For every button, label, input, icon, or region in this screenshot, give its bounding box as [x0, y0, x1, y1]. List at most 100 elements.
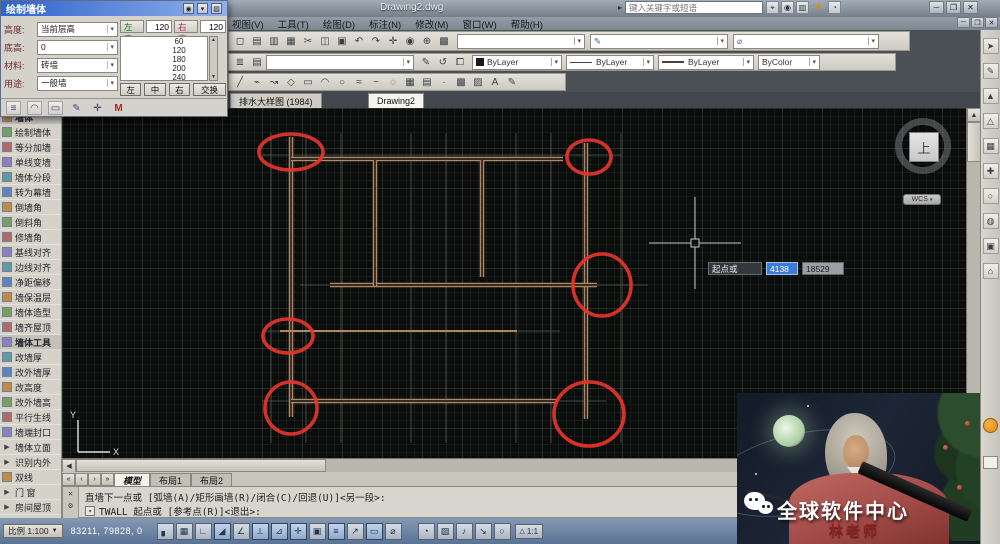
quick-view-icon[interactable]: ▨	[437, 523, 454, 540]
layout-tab[interactable]: 布局2	[191, 473, 232, 486]
ellipse-icon[interactable]: ◌	[385, 74, 401, 90]
search-binoculars-icon[interactable]: ⌖	[766, 1, 779, 14]
screen-menu-item[interactable]: 倒斜角	[0, 215, 61, 230]
sc-toggle[interactable]: ↗	[347, 523, 364, 540]
dynamic-input-field-x[interactable]: 4138	[766, 262, 798, 275]
panel-icon[interactable]: ▥	[796, 1, 809, 14]
properties-icon[interactable]: ▩	[436, 33, 452, 49]
layout-nav-button[interactable]: ‹	[75, 473, 88, 486]
screen-menu-item[interactable]: 边线对齐	[0, 260, 61, 275]
screen-menu-item[interactable]: 改高度	[0, 380, 61, 395]
screen-menu-item[interactable]: ▶房间屋顶	[0, 500, 61, 515]
preset-list-scrollbar[interactable]: ▲▼	[209, 36, 218, 81]
align-button[interactable]: 左	[120, 83, 141, 96]
revcloud-icon[interactable]: ≈	[351, 74, 367, 90]
scroll-left-arrow[interactable]: ◀	[62, 459, 76, 473]
rectangle-icon[interactable]: ▭	[300, 74, 316, 90]
circle-icon[interactable]: ○	[334, 74, 350, 90]
region-icon[interactable]: ▣	[983, 238, 999, 254]
workspace-combo[interactable]: ✎▾	[590, 34, 728, 49]
screen-menu-item[interactable]: 单线变墙	[0, 155, 61, 170]
hatch-icon[interactable]: ▩	[453, 74, 469, 90]
screen-menu-item[interactable]: 墙体分段	[0, 170, 61, 185]
fill-triangle-icon[interactable]: ▲	[983, 88, 999, 104]
layer-combo[interactable]: ▾	[266, 55, 414, 70]
customize-wrench-icon[interactable]: ⚙	[68, 501, 73, 510]
close-button[interactable]: ✕	[963, 1, 978, 14]
select-arrow-icon[interactable]: ➤	[983, 38, 999, 54]
width-preset-row[interactable]: 120	[121, 46, 207, 55]
make-block-icon[interactable]: ▤	[419, 74, 435, 90]
ortho-toggle[interactable]: ∟	[195, 523, 212, 540]
menu-item[interactable]: 绘图(D)	[323, 17, 355, 31]
ap-toggle[interactable]: ⌀	[385, 523, 402, 540]
document-tab[interactable]: Drawing2	[368, 93, 424, 108]
command-prompt-line[interactable]: ▾ TWALL 起点或 [参考点(R)]<退出>:	[85, 504, 261, 518]
line-icon[interactable]: ╱	[232, 74, 248, 90]
dialog-title-bar[interactable]: 绘制墙体 ◉▾▨	[1, 1, 227, 16]
autoscale-icon[interactable]: ↘	[475, 523, 492, 540]
save-icon[interactable]: ▥	[266, 33, 282, 49]
left-width-input[interactable]	[146, 20, 172, 33]
sign-in-icon[interactable]: ◉	[781, 1, 794, 14]
screen-menu-item[interactable]: 改墙厚	[0, 350, 61, 365]
horizontal-scroll-thumb[interactable]	[76, 459, 326, 472]
layer-properties-icon[interactable]: ≣	[232, 54, 248, 70]
close-command-icon[interactable]: ✕	[68, 489, 73, 498]
screen-menu-item[interactable]: 双线	[0, 470, 61, 485]
match-layer-icon[interactable]: ⧠	[452, 54, 468, 70]
tool-palette-combo[interactable]: ⌀▾	[733, 34, 879, 49]
pin-icon[interactable]: ◉	[183, 3, 194, 14]
layout-nav-button[interactable]: ›	[88, 473, 101, 486]
screen-menu-item[interactable]: ▶墙体立面	[0, 440, 61, 455]
lwt-toggle[interactable]: ▣	[309, 523, 326, 540]
ducs-toggle[interactable]: ⊿	[271, 523, 288, 540]
screen-menu-item[interactable]: 基线对齐	[0, 245, 61, 260]
align-button[interactable]: 交换	[193, 83, 226, 96]
redo-icon[interactable]: ↷	[368, 33, 384, 49]
osnap-toggle[interactable]: ∠	[233, 523, 250, 540]
dyn-toggle[interactable]: ✛	[290, 523, 307, 540]
ray-icon[interactable]: ⌁	[249, 74, 265, 90]
viewcube[interactable]: 上	[893, 116, 957, 180]
favorites-star-icon[interactable]: ★	[812, 1, 825, 14]
edit-text-icon[interactable]: ✎	[504, 74, 520, 90]
screen-menu-item[interactable]: 改外墙厚	[0, 365, 61, 380]
orange-badge-icon[interactable]	[983, 418, 998, 433]
screen-menu-item[interactable]: 绘制墙体	[0, 125, 61, 140]
color-combo[interactable]: ByLayer▾	[472, 55, 562, 70]
screen-menu-item[interactable]: 等分加墙	[0, 140, 61, 155]
screen-menu-item[interactable]: 转为幕墙	[0, 185, 61, 200]
straight-wall-icon[interactable]: ≡	[6, 101, 21, 115]
draw-wall-dialog[interactable]: 绘制墙体 ◉▾▨ 高度:当前层高▾底高:0▾材料:砖墙▾用途:一般墙▾ 左宽 右…	[0, 0, 228, 117]
menu-item[interactable]: 修改(M)	[415, 17, 448, 31]
hatch-style-icon[interactable]: ▨	[211, 3, 222, 14]
screen-menu-item[interactable]: 墙体工具	[0, 335, 61, 350]
menu-item[interactable]: 标注(N)	[369, 17, 401, 31]
align-button[interactable]: 中	[144, 83, 165, 96]
screen-menu-item[interactable]: 墙齐屋顶	[0, 320, 61, 335]
left-width-button[interactable]: 左宽	[120, 20, 144, 33]
screen-menu-item[interactable]: 墙端封口	[0, 425, 61, 440]
viewcube-top-face[interactable]: 上	[909, 132, 939, 162]
screen-menu-item[interactable]: ▶识别内外	[0, 455, 61, 470]
recent-commands-icon[interactable]: ▾	[85, 506, 95, 516]
restore-button[interactable]: ❐	[946, 1, 961, 14]
dynamic-input-field-y[interactable]: 18529	[802, 262, 844, 275]
layout-tab[interactable]: 模型	[114, 473, 150, 486]
layout-nav-button[interactable]: »	[101, 473, 114, 486]
scroll-up-arrow[interactable]: ▲	[967, 108, 981, 122]
field-combo[interactable]: 0▾	[37, 40, 118, 55]
help-sphere-icon[interactable]: ◔	[828, 1, 841, 14]
undo-icon[interactable]: ↶	[351, 33, 367, 49]
layer-previous-icon[interactable]: ↺	[435, 54, 451, 70]
polyline-icon[interactable]: ↝	[266, 74, 282, 90]
wcs-menu[interactable]: WCS▾	[903, 194, 941, 205]
home-icon[interactable]: ⌂	[983, 263, 999, 279]
paste-icon[interactable]: ▣	[334, 33, 350, 49]
insert-block-icon[interactable]: ▦	[402, 74, 418, 90]
plot-icon[interactable]: ▦	[283, 33, 299, 49]
width-preset-row[interactable]: 180	[121, 55, 207, 64]
otrack-toggle[interactable]: ⟂	[252, 523, 269, 540]
doc-close-button[interactable]: ✕	[985, 17, 998, 28]
